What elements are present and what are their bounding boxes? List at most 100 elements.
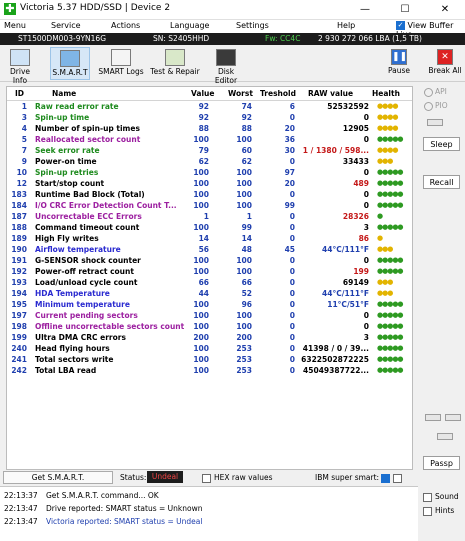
attr-treshold: 0 (289, 300, 295, 309)
table-row[interactable]: 187 Uncorrectable ECC Errors 1 1 0 28326 ● (7, 212, 412, 223)
table-row[interactable]: 198 Offline uncorrectable sectors count 10… (7, 322, 412, 333)
attr-value: 88 (198, 124, 209, 133)
attr-name: Power-off retract count (35, 267, 134, 276)
col-id[interactable]: ID (15, 89, 24, 98)
minimize-button[interactable]: — (345, 0, 385, 19)
table-row[interactable]: 199 Ultra DMA CRC errors 200 200 0 3 ●●●●● (7, 333, 412, 344)
table-row[interactable]: 190 Airflow temperature 56 48 45 44°C/111°F ●●… (7, 245, 412, 256)
attr-name: Minimum temperature (35, 300, 130, 309)
table-row[interactable]: 195 Minimum temperature 100 96 0 11°C/51°F ●●●… (7, 300, 412, 311)
attr-name: Raw read error rate (35, 102, 119, 111)
radio-icon (424, 87, 433, 97)
table-row[interactable]: 188 Command timeout count 100 99 0 3 ●●●●● (7, 223, 412, 234)
menu-help[interactable]: Help (337, 21, 355, 30)
attr-value: 100 (193, 355, 209, 364)
passp-button[interactable]: Passp (423, 456, 460, 470)
small-button-3[interactable] (445, 414, 461, 421)
table-row[interactable]: 4 Number of spin-up times 88 88 20 12905 ●●●● (7, 124, 412, 135)
table-row[interactable]: 189 High Fly writes 14 14 0 86 ● (7, 234, 412, 245)
table-row[interactable]: 240 Head flying hours 100 253 0 41398 / 0 / 3… (7, 344, 412, 355)
col-name[interactable]: Name (52, 89, 76, 98)
hints-checkbox[interactable]: Hints (423, 506, 454, 516)
attr-treshold: 0 (289, 322, 295, 331)
table-row[interactable]: 10 Spin-up retries 100 100 97 0 ●●●●● (7, 168, 412, 179)
col-treshold[interactable]: Treshold (260, 89, 296, 98)
col-raw[interactable]: RAW value (308, 89, 353, 98)
get-smart-button[interactable]: Get S.M.A.R.T. (3, 471, 113, 484)
table-row[interactable]: 1 Raw read error rate 92 74 6 52532592 ●●●● (7, 102, 412, 113)
attr-treshold: 0 (289, 113, 295, 122)
col-health[interactable]: Health (372, 89, 400, 98)
attr-worst: 100 (236, 256, 252, 265)
table-row[interactable]: 7 Seek error rate 79 60 30 1 / 1380 / 598... ●… (7, 146, 412, 157)
sleep-button[interactable]: Sleep (423, 137, 460, 151)
attr-raw-value: 45049387722... (303, 366, 369, 375)
table-row[interactable]: 183 Runtime Bad Block (Total) 100 100 0 0 ●●●●… (7, 190, 412, 201)
menu-menu[interactable]: Menu (4, 21, 26, 30)
menu-settings[interactable]: Settings (236, 21, 269, 30)
table-row[interactable]: 194 HDA Temperature 44 52 0 44°C/111°F ●●● (7, 289, 412, 300)
small-button-2[interactable] (425, 414, 441, 421)
attr-treshold: 0 (289, 355, 295, 364)
attr-treshold: 36 (284, 135, 295, 144)
attr-id: 195 (11, 300, 27, 309)
table-row[interactable]: 12 Start/stop count 100 100 20 489 ●●●●● (7, 179, 412, 190)
attr-worst: 100 (236, 190, 252, 199)
attr-worst: 253 (236, 355, 252, 364)
small-button-4[interactable] (437, 433, 453, 440)
col-value[interactable]: Value (191, 89, 214, 98)
test-repair-button[interactable]: Test & Repair (150, 47, 200, 80)
attr-health: ● (377, 212, 383, 220)
attr-treshold: 99 (284, 201, 295, 210)
attr-id: 193 (11, 278, 27, 287)
attr-name: Total LBA read (35, 366, 97, 375)
attr-name: Seek error rate (35, 146, 100, 155)
table-row[interactable]: 3 Spin-up time 92 92 0 0 ●●●● (7, 113, 412, 124)
attr-raw-value: 489 (353, 179, 369, 188)
attr-raw-value: 3 (363, 333, 369, 342)
drive-info-button[interactable]: Drive Info (2, 47, 38, 85)
menu-language[interactable]: Language (170, 21, 209, 30)
table-row[interactable]: 192 Power-off retract count 100 100 0 199 ●●●●… (7, 267, 412, 278)
col-worst[interactable]: Worst (228, 89, 253, 98)
attr-name: Reallocated sector count (35, 135, 141, 144)
small-button-1[interactable] (427, 119, 443, 126)
smart-logs-button[interactable]: SMART Logs (98, 47, 144, 80)
pause-button[interactable]: ❚❚ Pause (384, 47, 414, 80)
break-all-button[interactable]: ✕ Break All (427, 47, 463, 80)
table-row[interactable]: 197 Current pending sectors 100 100 0 0 ●●●●● (7, 311, 412, 322)
table-row[interactable]: 5 Reallocated sector count 100 100 36 0 ●●●●● (7, 135, 412, 146)
attr-id: 4 (21, 124, 27, 133)
disk-editor-button[interactable]: Disk Editor (206, 47, 246, 85)
attr-raw-value: 86 (358, 234, 369, 243)
api-radio[interactable]: API (424, 87, 447, 97)
sound-checkbox[interactable]: Sound (423, 492, 459, 502)
ibm-super-smart-checkbox[interactable]: IBM super smart: (315, 473, 405, 483)
table-row[interactable]: 9 Power-on time 62 62 0 33433 ●●● (7, 157, 412, 168)
hex-raw-values-checkbox[interactable]: HEX raw values (202, 473, 273, 483)
attr-worst: 100 (236, 201, 252, 210)
menu-service[interactable]: Service (51, 21, 81, 30)
table-row[interactable]: 242 Total LBA read 100 253 0 45049387722... ●●… (7, 366, 412, 377)
table-row[interactable]: 191 G-SENSOR shock counter 100 100 0 0 ●●●●● (7, 256, 412, 267)
table-row[interactable]: 184 I/O CRC Error Detection Count T... 100… (7, 201, 412, 212)
table-row[interactable]: 241 Total sectors write 100 253 0 63225028722… (7, 355, 412, 366)
radio-icon (424, 101, 433, 111)
recall-button[interactable]: Recall (423, 175, 460, 189)
attr-value: 100 (193, 267, 209, 276)
pio-radio[interactable]: PIO (424, 101, 448, 111)
maximize-button[interactable]: ☐ (385, 0, 425, 19)
menu-actions[interactable]: Actions (111, 21, 140, 30)
attr-id: 190 (11, 245, 27, 254)
close-button[interactable]: ✕ (425, 0, 465, 19)
attr-treshold: 97 (284, 168, 295, 177)
smart-button[interactable]: S.M.A.R.T (50, 47, 90, 80)
attr-name: Command timeout count (35, 223, 140, 232)
table-row[interactable]: 193 Load/unload cycle count 66 66 0 69149 ●●● (7, 278, 412, 289)
attr-value: 100 (193, 300, 209, 309)
attr-id: 194 (11, 289, 27, 298)
attr-value: 100 (193, 179, 209, 188)
attr-health: ●●●●● (377, 168, 404, 176)
attr-treshold: 0 (289, 267, 295, 276)
attr-value: 44 (198, 289, 209, 298)
